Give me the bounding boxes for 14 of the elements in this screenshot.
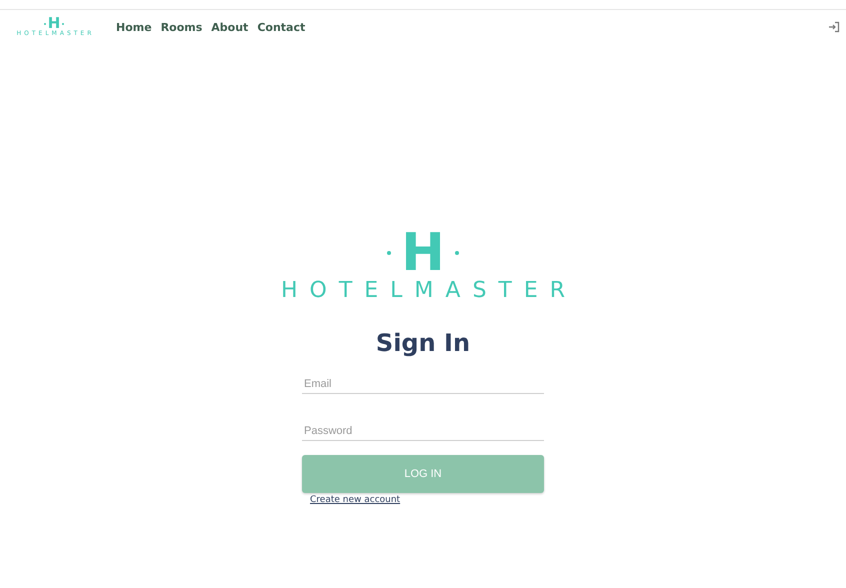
nav-link[interactable]: Home — [116, 20, 152, 34]
sign-in-title: Sign In — [376, 329, 470, 358]
logo-letter: H — [48, 16, 60, 32]
logo-dot-icon — [44, 22, 46, 25]
nav-link[interactable]: About — [211, 20, 248, 34]
logo-letter: H — [401, 227, 445, 279]
logo-dot-icon — [454, 251, 459, 255]
logo-wordmark: HOTELMASTER — [280, 279, 578, 304]
login-icon[interactable] — [828, 21, 840, 33]
nav-link[interactable]: Contact — [257, 20, 306, 34]
nav-link[interactable]: Rooms — [160, 20, 202, 34]
logo-dot-icon — [62, 22, 64, 25]
create-account-link[interactable]: Create new account — [310, 495, 400, 506]
logo-dot-icon — [387, 251, 392, 255]
